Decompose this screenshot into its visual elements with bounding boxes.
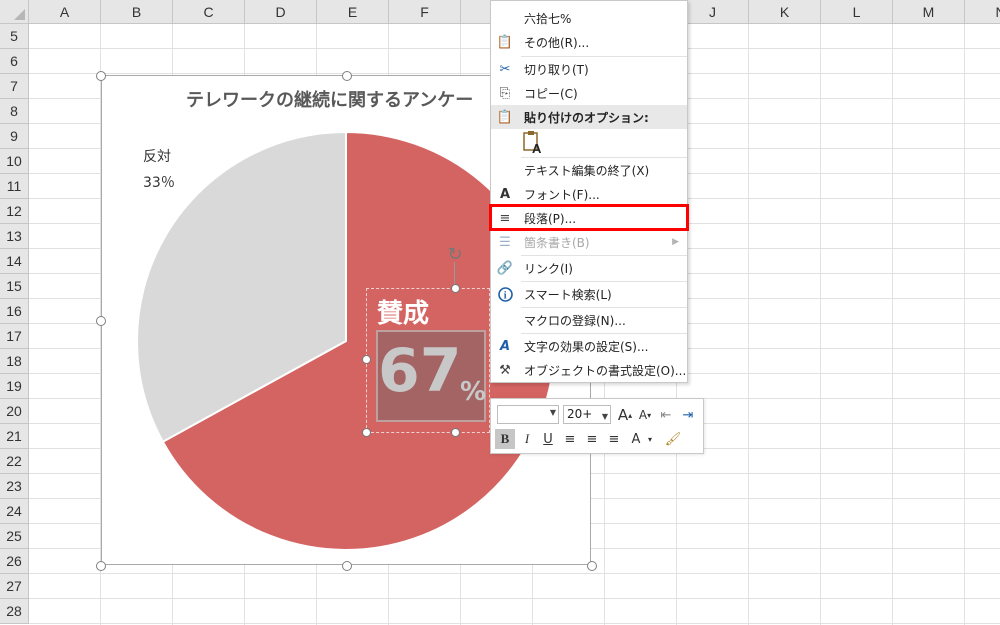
align-right-icon: ≡ xyxy=(608,431,620,447)
svg-text:i: i xyxy=(503,290,506,301)
align-center-icon: ≡ xyxy=(586,431,598,447)
bullets-icon: ☰ xyxy=(499,234,511,250)
clipboard-check-icon: 📋 xyxy=(496,34,514,50)
shrink-font-button[interactable]: A ▾ xyxy=(637,405,653,425)
menu-item-bullets[interactable]: ☰ 箇条書き(B) ▶ xyxy=(491,230,687,254)
align-center-button[interactable]: ≡ xyxy=(583,429,601,449)
format-painter-button[interactable]: 🖌 xyxy=(663,429,683,449)
font-size-dropdown[interactable]: 20+ ▼ xyxy=(563,405,611,424)
decrease-indent-button[interactable]: ⇤ xyxy=(657,405,675,425)
menu-item-font[interactable]: A フォント(F)... xyxy=(491,182,687,206)
mini-toolbar: ▼ 20+ ▼ A ▴ A ▾ ⇤ ⇥ B I U ≡ ≡ ≡ A ▾ 🖌 xyxy=(490,398,704,454)
menu-item-copy[interactable]: ⎘ コピー(C) xyxy=(491,81,687,105)
menu-item-exit-text-edit[interactable]: テキスト編集の終了(X) xyxy=(491,158,687,182)
align-left-button[interactable]: ≡ xyxy=(561,429,579,449)
align-left-icon: ≡ xyxy=(564,431,576,447)
italic-button[interactable]: I xyxy=(518,429,536,449)
rotate-handle-icon[interactable]: ↻ xyxy=(446,246,464,264)
menu-item-selected-text[interactable]: 六拾七% xyxy=(491,6,687,30)
menu-item-format-object[interactable]: ⚒ オブジェクトの書式設定(O)... xyxy=(491,358,687,382)
textbox-handle[interactable] xyxy=(451,428,460,437)
paste-text-only-icon: A xyxy=(523,131,542,156)
copy-icon: ⎘ xyxy=(499,85,511,101)
data-label-sansei-percent[interactable]: 67 xyxy=(378,336,462,406)
paste-icon: 📋 xyxy=(496,109,514,125)
font-color-dropdown[interactable]: ▾ xyxy=(645,429,655,449)
data-label-hantai[interactable]: 反対 xyxy=(143,146,171,166)
paste-keep-text-only-button[interactable]: A xyxy=(521,131,545,156)
context-menu: 六拾七% 📋 その他(R)... ✂ 切り取り(T) ⎘ コピー(C) 📋 貼り… xyxy=(490,0,688,383)
chart-title[interactable]: テレワークの継続に関するアンケー xyxy=(186,86,473,112)
menu-item-text-effects[interactable]: A 文字の効果の設定(S)... xyxy=(491,334,687,358)
increase-indent-button[interactable]: ⇥ xyxy=(679,405,697,425)
dropdown-arrow-icon: ▼ xyxy=(549,408,556,417)
percent-symbol[interactable]: % xyxy=(460,377,486,407)
scissors-icon: ✂ xyxy=(499,61,511,77)
format-painter-icon: 🖌 xyxy=(664,431,682,447)
text-effect-icon: A xyxy=(499,338,511,354)
highlight-box xyxy=(489,204,689,231)
menu-item-assign-macro[interactable]: マクロの登録(N)... xyxy=(491,308,687,332)
menu-section-paste-options: 📋 貼り付けのオプション: xyxy=(491,105,687,129)
menu-item-cut[interactable]: ✂ 切り取り(T) xyxy=(491,57,687,81)
menu-item-other[interactable]: 📋 その他(R)... xyxy=(491,30,687,54)
textbox-handle[interactable] xyxy=(451,284,460,293)
font-color-button[interactable]: A xyxy=(629,429,643,449)
font-icon: A xyxy=(499,186,511,202)
increase-indent-icon: ⇥ xyxy=(682,407,694,423)
menu-item-link[interactable]: 🔗 リンク(I) xyxy=(491,256,687,280)
data-label-sansei[interactable]: 賛成 xyxy=(377,293,429,330)
textbox-handle[interactable] xyxy=(362,355,371,364)
menu-item-smart-lookup[interactable]: i スマート検索(L) xyxy=(491,282,687,306)
chevron-down-icon: ▾ xyxy=(647,434,652,444)
bold-button[interactable]: B xyxy=(495,429,515,449)
decrease-indent-icon: ⇤ xyxy=(660,407,672,423)
data-label-hantai-percent[interactable]: 33％ xyxy=(143,172,175,192)
align-right-button[interactable]: ≡ xyxy=(605,429,623,449)
info-icon: i xyxy=(497,286,513,302)
format-object-icon: ⚒ xyxy=(499,362,511,378)
svg-text:A: A xyxy=(532,141,542,155)
dropdown-arrow-icon: ▼ xyxy=(601,412,608,421)
font-name-dropdown[interactable]: ▼ xyxy=(497,405,559,424)
grow-arrow-icon: ▴ xyxy=(628,410,633,420)
shrink-arrow-icon: ▾ xyxy=(647,410,652,420)
textbox-handle[interactable] xyxy=(362,428,371,437)
underline-button[interactable]: U xyxy=(539,429,557,449)
link-icon: 🔗 xyxy=(496,260,514,276)
submenu-arrow-icon: ▶ xyxy=(672,237,679,247)
grow-font-button[interactable]: A ▴ xyxy=(617,405,633,425)
